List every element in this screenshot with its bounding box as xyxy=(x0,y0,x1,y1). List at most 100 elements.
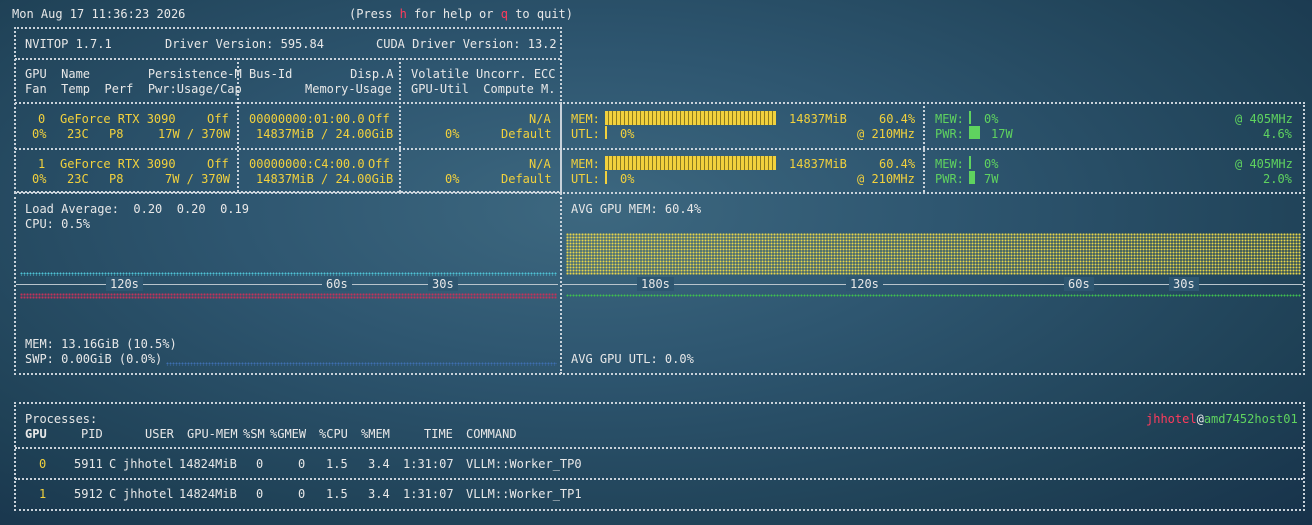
mew-clock: @ 405MHz xyxy=(1235,112,1293,126)
col-sm[interactable]: %SM xyxy=(243,427,265,441)
pwr-percent: 4.6% xyxy=(1263,127,1292,141)
proc-command: VLLM::Worker_TP1 xyxy=(466,487,582,501)
gpu-util: 0% xyxy=(445,127,460,141)
help-suffix: to quit) xyxy=(507,7,573,21)
host-swap: SWP: 0.00GiB (0.0%) xyxy=(25,352,163,366)
tick-label: 30s xyxy=(428,277,458,291)
col-gmew[interactable]: %GMEW xyxy=(270,427,306,441)
col-gpu-mem[interactable]: GPU-MEM xyxy=(187,427,238,441)
quit-key: q xyxy=(500,7,508,21)
gpu-perf: P8 xyxy=(109,172,124,186)
pwr-bar-fill xyxy=(969,126,980,139)
divider xyxy=(399,58,401,192)
datetime: Mon Aug 17 11:36:23 2026 xyxy=(12,7,186,21)
mew-bar xyxy=(969,156,971,169)
divider xyxy=(15,148,1305,150)
mem-percent: 60.4% xyxy=(879,157,916,171)
col-command[interactable]: COMMAND xyxy=(466,427,517,441)
gpu-index: 0 xyxy=(38,112,46,126)
utl-value: 0% xyxy=(620,172,635,186)
mew-bar xyxy=(969,111,971,124)
proc-sm: 0 xyxy=(256,457,264,471)
mem-value: 14837MiB xyxy=(789,157,847,171)
divider xyxy=(15,102,1305,104)
gpu-bus-id: 00000000:C4:00.0 xyxy=(249,157,365,171)
proc-mem: 3.4 xyxy=(368,457,390,471)
divider xyxy=(1303,102,1305,194)
col-user[interactable]: USER xyxy=(145,427,174,441)
tick-label: 180s xyxy=(637,277,674,291)
gpu-mem-usage: 14837MiB / 24.00GiB xyxy=(256,127,394,141)
mem-bar xyxy=(605,111,776,125)
proc-command: VLLM::Worker_TP0 xyxy=(466,457,582,471)
gpu-compute-mode: Default xyxy=(501,127,552,141)
gpu-temp: 23C xyxy=(67,127,89,141)
pwr-label: PWR: xyxy=(935,127,964,141)
gpu-persistence: Off xyxy=(207,157,229,171)
divider xyxy=(923,102,925,192)
gpu-fan: 0% xyxy=(32,172,47,186)
mew-value: 0% xyxy=(984,157,999,171)
col-gpu[interactable]: GPU xyxy=(25,427,47,441)
gpu-temp: 23C xyxy=(67,172,89,186)
proc-user: jhhotel xyxy=(123,457,174,471)
utl-value: 0% xyxy=(620,127,635,141)
proc-mem: 3.4 xyxy=(368,487,390,501)
process-hostname: amd7452host01 xyxy=(1203,412,1298,426)
help-mid: for help or xyxy=(406,7,501,21)
gpu-name: GeForce RTX 3090 xyxy=(60,112,176,126)
mem-label: MEM: xyxy=(571,112,600,126)
header-col3-row1: Volatile Uncorr. ECC xyxy=(411,67,556,81)
col-mem[interactable]: %MEM xyxy=(361,427,390,441)
mew-value: 0% xyxy=(984,112,999,126)
proc-cpu: 1.5 xyxy=(326,487,348,501)
mew-label: MEW: xyxy=(935,157,964,171)
pwr-percent: 2.0% xyxy=(1263,172,1292,186)
utl-bar xyxy=(605,171,607,184)
swap-history-graph xyxy=(166,362,557,366)
col-time[interactable]: TIME xyxy=(424,427,453,441)
avg-gpu-mem: AVG GPU MEM: 60.4% xyxy=(571,202,702,216)
proc-gmew: 0 xyxy=(298,487,306,501)
proc-pid: 5911 xyxy=(74,457,103,471)
col-cpu[interactable]: %CPU xyxy=(319,427,348,441)
header-col2-row2: Memory-Usage xyxy=(305,82,392,96)
help-key: h xyxy=(399,7,407,21)
header-col1-row2: Fan Temp Perf Pwr:Usage/Cap xyxy=(25,82,242,96)
col-pid[interactable]: PID xyxy=(81,427,103,441)
utl-label: UTL: xyxy=(571,172,600,186)
driver-version: Driver Version: 595.84 xyxy=(165,37,324,51)
proc-time: 1:31:07 xyxy=(403,457,454,471)
tick-label: 120s xyxy=(846,277,883,291)
gpu-ecc: N/A xyxy=(529,112,551,126)
mew-label: MEW: xyxy=(935,112,964,126)
mem-label: MEM: xyxy=(571,157,600,171)
proc-gpu: 0 xyxy=(39,457,47,471)
proc-type: C xyxy=(109,457,117,471)
pwr-bar xyxy=(969,171,1189,184)
divider xyxy=(15,478,1303,480)
mem-bar-fill xyxy=(605,156,776,170)
user-host: jhhotel@amd7452host01 xyxy=(1146,412,1298,426)
mem-percent: 60.4% xyxy=(879,112,916,126)
gpu-perf: P8 xyxy=(109,127,124,141)
help-hint: (Press h for help or q to quit) xyxy=(349,7,573,21)
proc-type: C xyxy=(109,487,117,501)
gpu-power: 7W / 370W xyxy=(165,172,231,186)
nvitop-version: NVITOP 1.7.1 xyxy=(25,37,112,51)
gpu-mem-history-graph xyxy=(566,233,1301,275)
header-col2-row1: Bus-Id Disp.A xyxy=(249,67,394,81)
proc-gpu-mem: 14824MiB xyxy=(179,487,237,501)
tick-label: 60s xyxy=(322,277,352,291)
header-col3-row2: GPU-Util Compute M. xyxy=(411,82,556,96)
time-axis xyxy=(16,284,558,285)
gpu-ecc: N/A xyxy=(529,157,551,171)
gpu-mem-usage: 14837MiB / 24.00GiB xyxy=(256,172,394,186)
pwr-value: 7W xyxy=(984,172,999,186)
divider xyxy=(15,58,560,60)
cuda-version: CUDA Driver Version: 13.2 xyxy=(376,37,557,51)
pwr-bar-fill xyxy=(969,171,975,184)
gpu-util-history-graph xyxy=(566,294,1301,297)
avg-gpu-utl: AVG GPU UTL: 0.0% xyxy=(571,352,694,366)
cpu-percent: CPU: 0.5% xyxy=(25,217,91,231)
